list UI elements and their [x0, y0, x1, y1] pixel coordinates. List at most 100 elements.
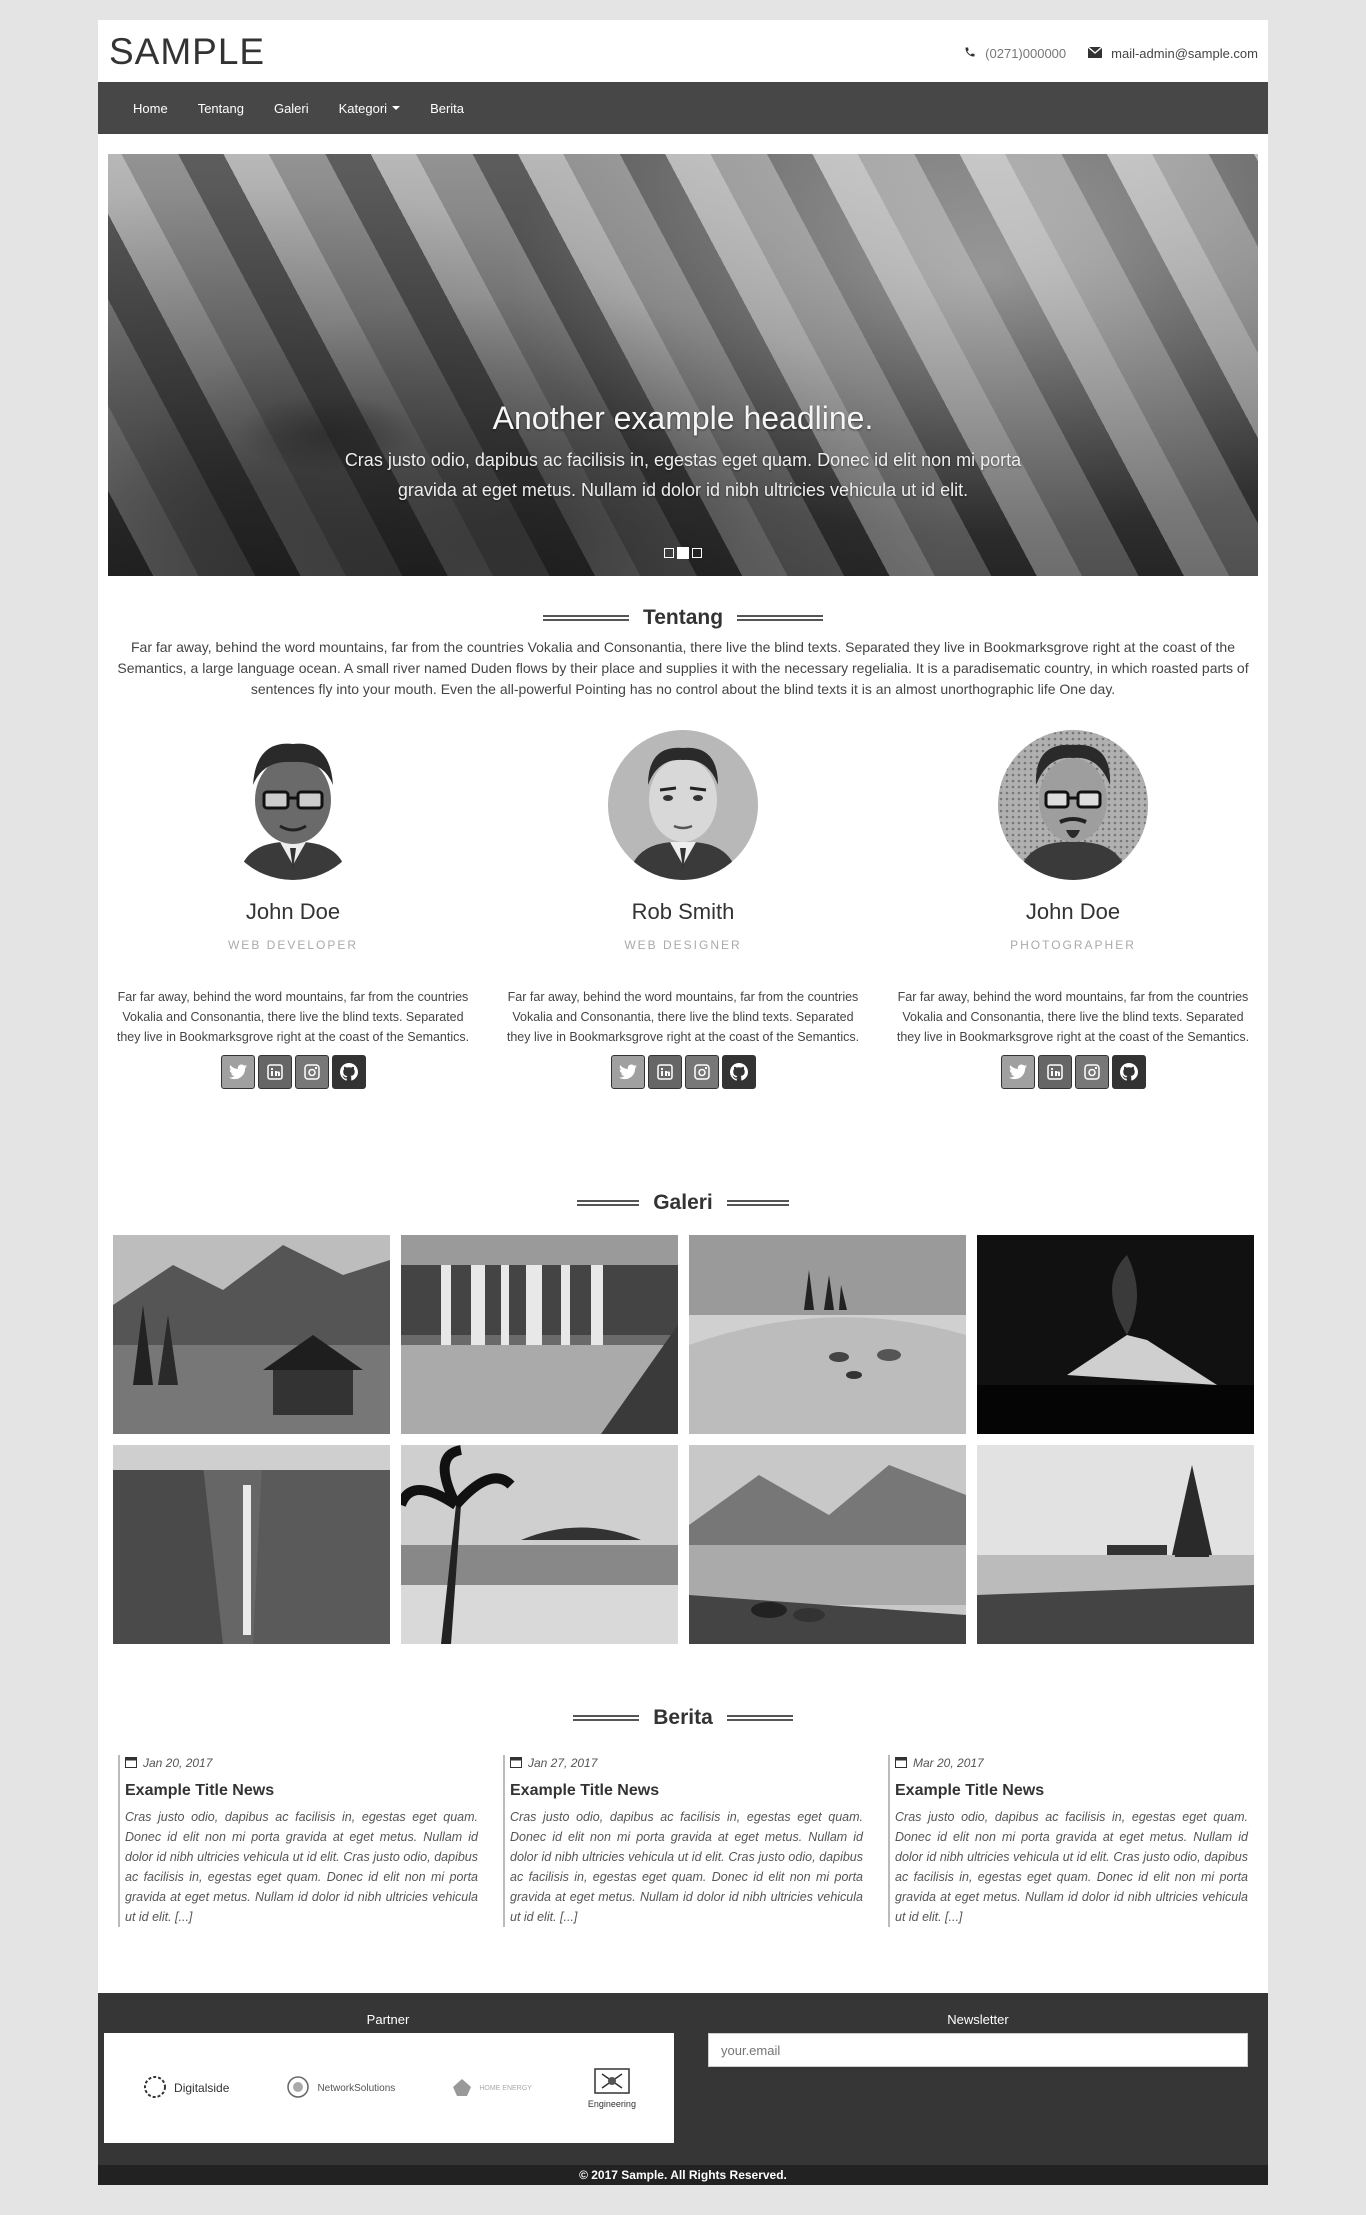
twitter-icon[interactable] [610, 1055, 645, 1089]
about-section-title: Tentang [98, 606, 1268, 630]
home-energy-logo-icon [451, 2076, 473, 2101]
github-icon[interactable] [1111, 1055, 1146, 1089]
member-role: PHOTOGRAPHER [1010, 938, 1136, 952]
github-icon[interactable] [331, 1055, 366, 1089]
post-title[interactable]: Example Title News [125, 1782, 478, 1800]
linkedin-icon[interactable] [1037, 1055, 1072, 1089]
gallery-photo-cliff-waterfall[interactable] [113, 1445, 390, 1644]
post-excerpt: Cras justo odio, dapibus ac facilisis in… [125, 1810, 478, 1924]
hero-carousel[interactable]: Another example headline. Cras justo odi… [108, 154, 1258, 576]
avatar [218, 730, 368, 880]
news-heading: Berita [653, 1706, 713, 1729]
member-role: WEB DESIGNER [624, 938, 742, 952]
newsletter-heading: Newsletter [947, 2012, 1009, 2027]
team-member: John Doe WEB DEVELOPER Far far away, beh… [108, 730, 478, 1089]
gallery-photo-beach-fish[interactable] [689, 1235, 966, 1434]
caret-down-icon [392, 106, 401, 110]
member-role: WEB DEVELOPER [227, 938, 359, 952]
news-section-title: Berita [98, 1706, 1268, 1730]
team-member: Rob Smith WEB DESIGNER Far far away, beh… [498, 730, 868, 1089]
team-member: John Doe PHOTOGRAPHER Far far away, behi… [888, 730, 1258, 1089]
social-links [498, 1055, 868, 1089]
post-title[interactable]: Example Title News [895, 1782, 1248, 1800]
digitalside-logo-icon [142, 2074, 168, 2103]
phone-number: (0271)000000 [985, 46, 1067, 61]
gallery-photo-mountain-lake[interactable] [689, 1445, 966, 1644]
brand-logo[interactable]: SAMPLE [109, 31, 265, 73]
navbar: Home Tentang Galeri Kategori Berita [98, 82, 1268, 134]
phone-icon [964, 46, 976, 61]
calendar-icon [125, 1756, 137, 1771]
partner-logo-networksolutions[interactable]: NetworkSolutions [285, 2074, 395, 2103]
engineering-logo-icon [594, 2067, 630, 2097]
partner-heading: Partner [366, 2012, 410, 2027]
social-links [888, 1055, 1258, 1089]
post-date: Jan 20, 2017 [125, 1755, 478, 1771]
partner-name: NetworkSolutions [317, 2082, 396, 2094]
twitter-icon[interactable] [1000, 1055, 1035, 1089]
page-container: SAMPLE (0271)000000 mail-admin@sample.co… [98, 20, 1268, 2185]
member-bio: Far far away, behind the word mountains,… [116, 990, 470, 1044]
post-date-text: Jan 20, 2017 [143, 1756, 213, 1770]
gallery-grid [113, 1235, 1254, 1644]
gallery-photo-mountain-cabin[interactable] [113, 1235, 390, 1434]
email-address[interactable]: mail-admin@sample.com [1111, 46, 1258, 61]
partner-name: Engineering [587, 2098, 636, 2109]
nav-home[interactable]: Home [133, 101, 168, 116]
carousel-headline: Another example headline. [492, 400, 874, 436]
linkedin-icon[interactable] [647, 1055, 682, 1089]
member-bio: Far far away, behind the word mountains,… [896, 990, 1250, 1044]
post-excerpt: Cras justo odio, dapibus ac facilisis in… [510, 1810, 863, 1924]
partner-name: HOME ENERGY [479, 2084, 532, 2092]
gallery-photo-waterfall[interactable] [401, 1235, 678, 1434]
title-decoration [726, 1200, 789, 1206]
title-decoration [573, 1715, 640, 1721]
contact-info: (0271)000000 mail-admin@sample.com [964, 46, 1258, 61]
instagram-icon[interactable] [294, 1055, 329, 1089]
carousel-indicator-2[interactable] [677, 547, 689, 559]
carousel-caption: Another example headline. Cras justo odi… [108, 400, 1258, 505]
post-excerpt: Cras justo odio, dapibus ac facilisis in… [895, 1810, 1248, 1924]
phone-contact: (0271)000000 [964, 46, 1066, 61]
gallery-photo-palm-beach[interactable] [401, 1445, 678, 1644]
title-decoration [577, 1200, 640, 1206]
twitter-icon[interactable] [220, 1055, 255, 1089]
news-post: Jan 20, 2017 Example Title News Cras jus… [118, 1755, 478, 1927]
nav-galeri[interactable]: Galeri [274, 101, 309, 116]
title-decoration [542, 615, 629, 621]
partner-logo-digitalside[interactable]: Digitalside [142, 2074, 229, 2103]
linkedin-icon[interactable] [257, 1055, 292, 1089]
envelope-icon [1087, 46, 1103, 61]
github-icon[interactable] [721, 1055, 756, 1089]
carousel-indicator-3[interactable] [692, 548, 702, 558]
gallery-photo-volcano[interactable] [977, 1235, 1254, 1434]
title-decoration [737, 615, 824, 621]
partner-logos: Digitalside NetworkSolutions HOME ENERGY… [104, 2033, 674, 2143]
avatar [998, 730, 1148, 880]
copyright-bar: © 2017 Sample. All Rights Reserved. [98, 2165, 1268, 2185]
partner-logo-engineering[interactable]: Engineering [587, 2067, 636, 2109]
member-bio: Far far away, behind the word mountains,… [506, 990, 860, 1044]
networksolutions-logo-icon [285, 2074, 311, 2103]
news-list: Jan 20, 2017 Example Title News Cras jus… [118, 1755, 1248, 1927]
about-text: Far far away, behind the word mountains,… [117, 639, 1249, 697]
team-list: John Doe WEB DEVELOPER Far far away, beh… [98, 730, 1268, 1089]
instagram-icon[interactable] [1074, 1055, 1109, 1089]
carousel-text: Cras justo odio, dapibus ac facilisis in… [344, 450, 1022, 500]
news-post: Jan 27, 2017 Example Title News Cras jus… [503, 1755, 863, 1927]
avatar [608, 730, 758, 880]
carousel-indicator-1[interactable] [664, 548, 674, 558]
post-title[interactable]: Example Title News [510, 1782, 863, 1800]
member-name: John Doe [1025, 899, 1121, 924]
nav-kategori-label: Kategori [338, 100, 388, 116]
nav-berita[interactable]: Berita [430, 101, 464, 116]
nav-kategori-dropdown[interactable]: Kategori [338, 100, 401, 116]
instagram-icon[interactable] [684, 1055, 719, 1089]
gallery-photo-temple-lake[interactable] [977, 1445, 1254, 1644]
carousel-indicators [108, 547, 1258, 559]
nav-tentang[interactable]: Tentang [198, 101, 244, 116]
partner-logo-home-energy[interactable]: HOME ENERGY [451, 2076, 532, 2101]
post-date-text: Mar 20, 2017 [913, 1756, 984, 1770]
member-name: Rob Smith [631, 899, 735, 924]
newsletter-email-input[interactable] [708, 2033, 1248, 2067]
